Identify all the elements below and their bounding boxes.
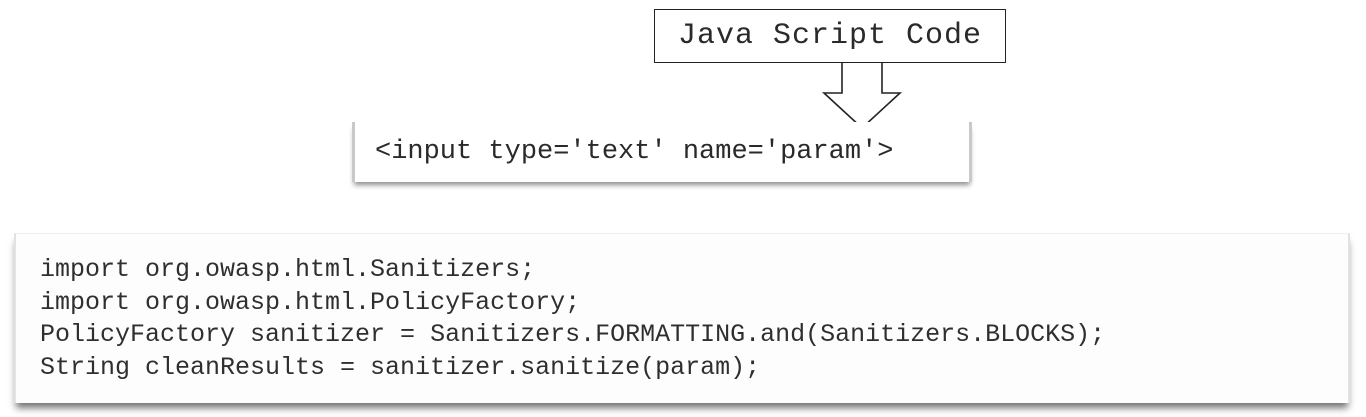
html-input-snippet: <input type='text' name='param'> — [352, 122, 972, 182]
java-code-block: import org.owasp.html.Sanitizers; import… — [14, 233, 1350, 403]
down-arrow-icon — [821, 63, 903, 130]
javascript-code-label: Java Script Code — [677, 19, 983, 53]
code-line: String cleanResults = sanitizer.sanitize… — [40, 352, 761, 382]
code-line: import org.owasp.html.Sanitizers; — [40, 255, 536, 284]
input-snippet-text: <input type='text' name='param'> — [375, 137, 894, 167]
code-line: PolicyFactory sanitizer = Sanitizers.FOR… — [40, 320, 1106, 349]
code-line: import org.owasp.html.PolicyFactory; — [40, 287, 581, 317]
javascript-code-label-box: Java Script Code — [654, 9, 1006, 63]
